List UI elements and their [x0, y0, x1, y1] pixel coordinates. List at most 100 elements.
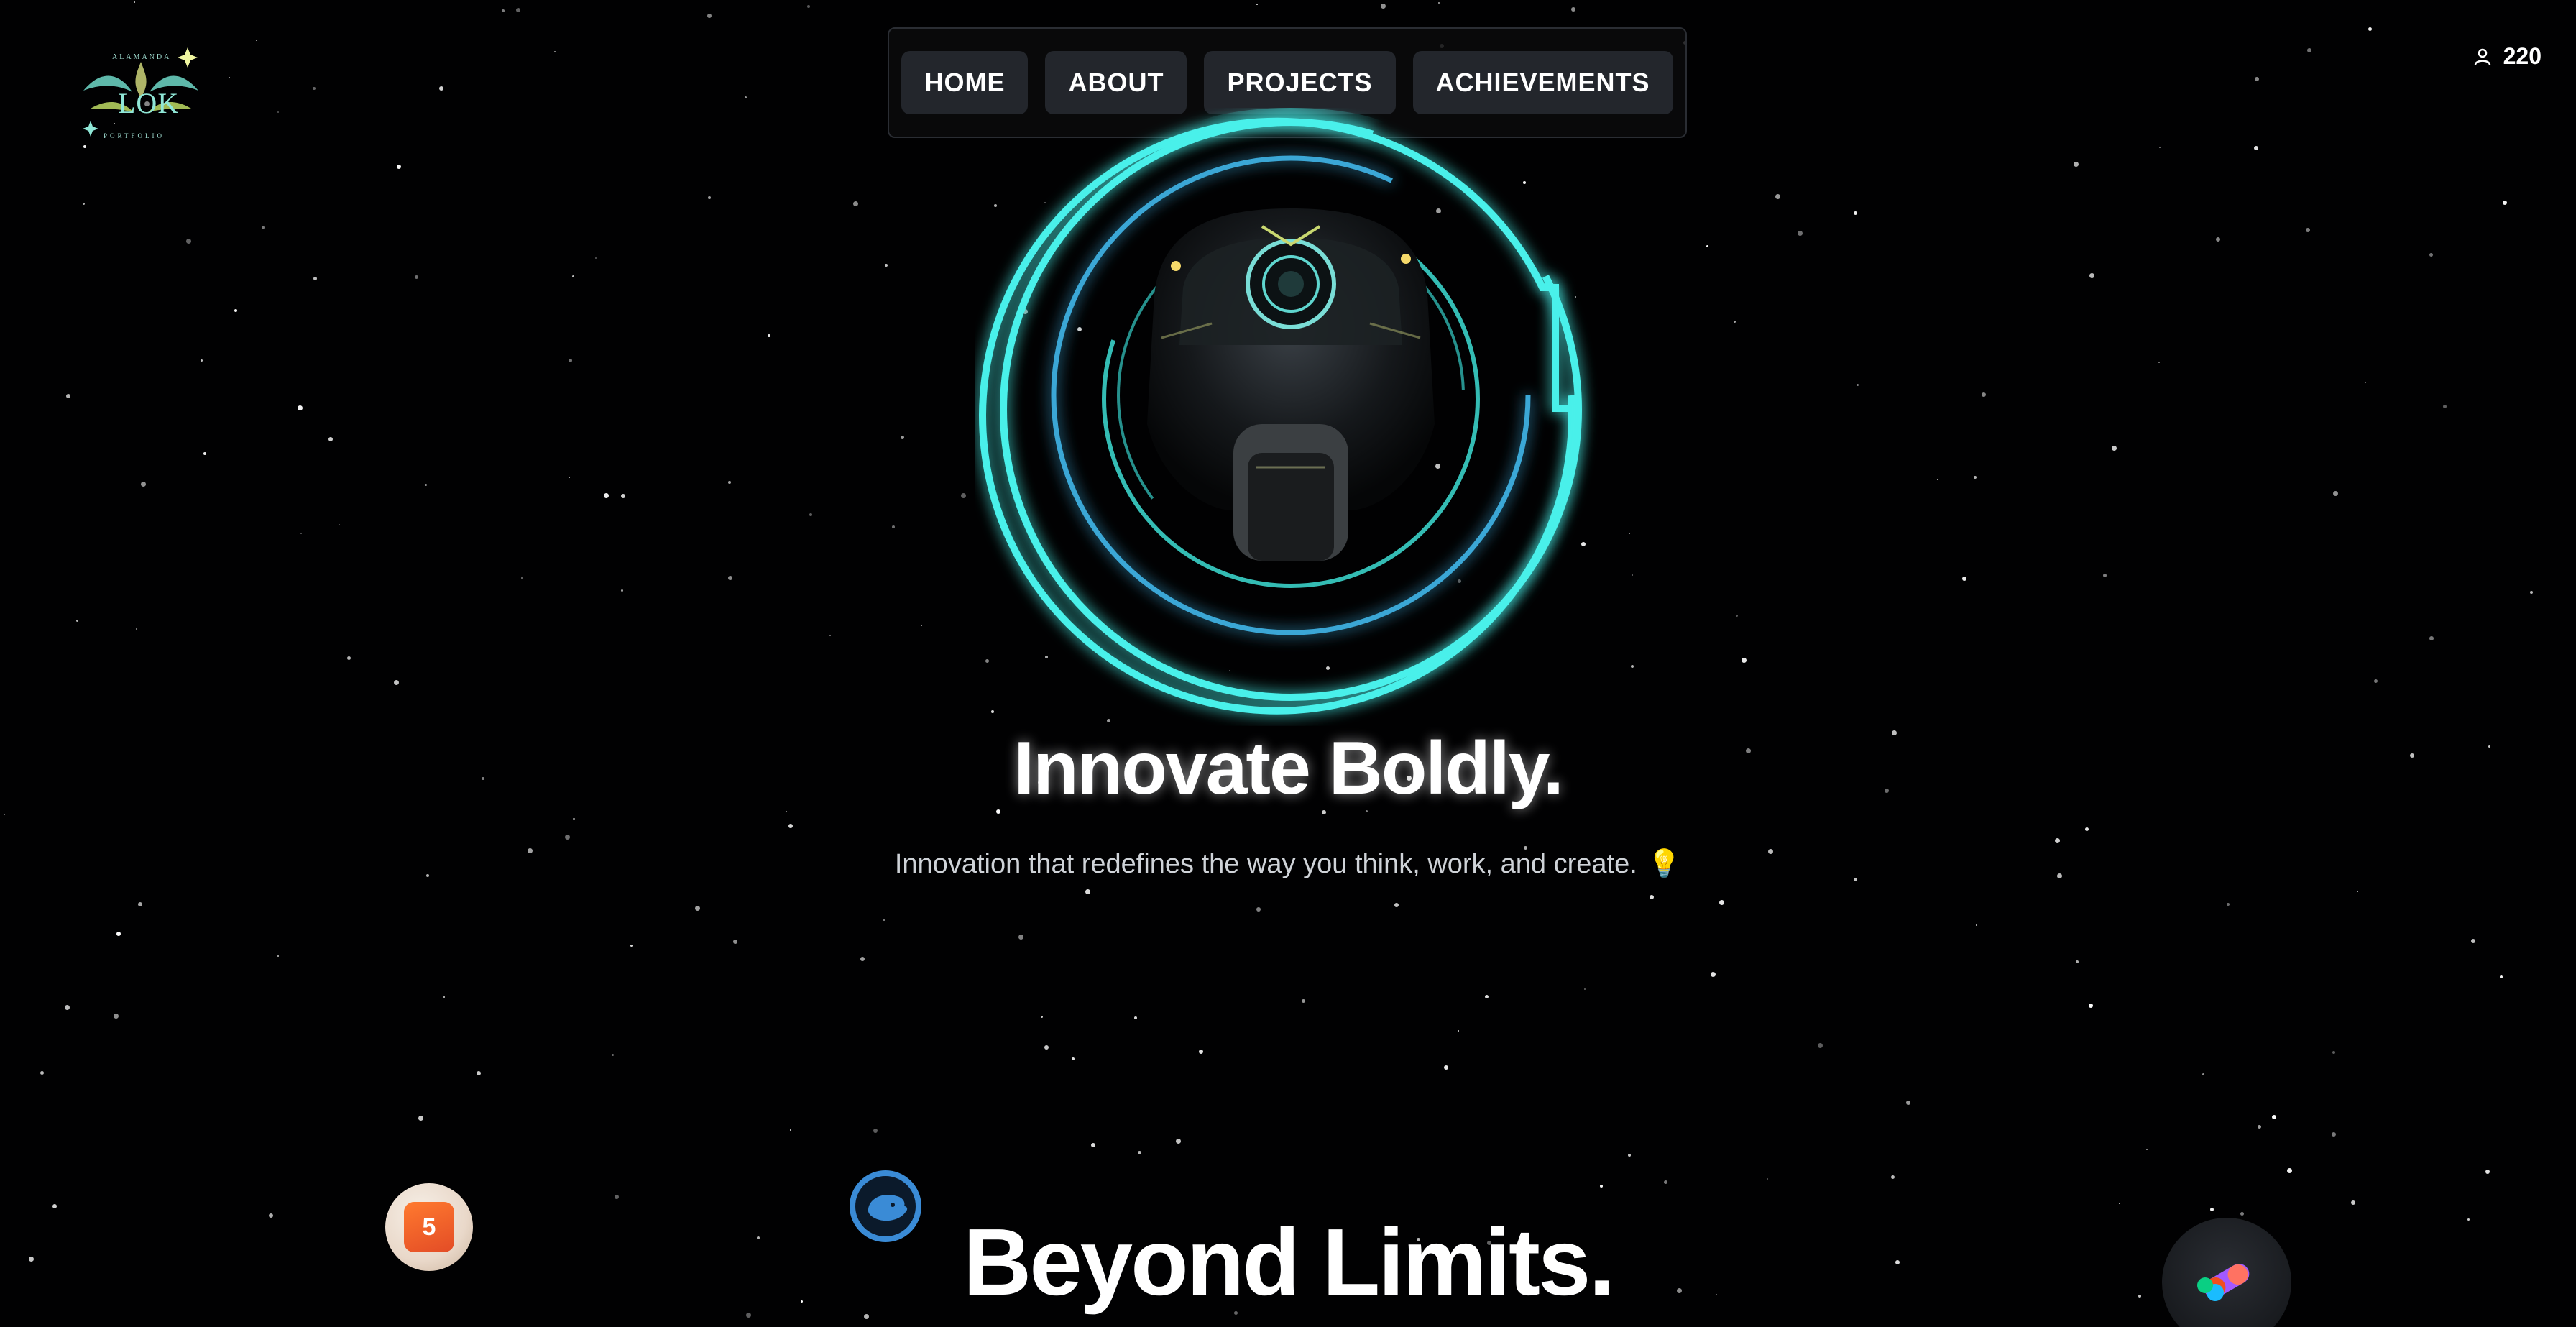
- star: [1600, 1185, 1603, 1188]
- star: [873, 1129, 878, 1133]
- star: [313, 277, 317, 280]
- star: [516, 8, 520, 12]
- star: [883, 919, 885, 921]
- hero-subtitle-text: Innovation that redefines the way you th…: [894, 849, 1637, 879]
- star: [630, 945, 632, 947]
- star: [1138, 1151, 1141, 1154]
- star: [695, 906, 700, 911]
- star: [136, 628, 137, 630]
- star: [1982, 392, 1986, 397]
- star: [502, 9, 505, 12]
- star: [1857, 384, 1859, 386]
- star: [397, 165, 401, 169]
- star: [728, 481, 731, 484]
- star: [2530, 591, 2533, 594]
- star: [2255, 77, 2259, 81]
- star: [2365, 382, 2366, 383]
- star: [790, 1129, 791, 1131]
- star: [2258, 1125, 2261, 1129]
- star: [1091, 1143, 1095, 1147]
- star: [477, 1071, 481, 1075]
- star: [1394, 903, 1399, 907]
- nav-about-button[interactable]: ABOUT: [1045, 51, 1187, 114]
- star: [595, 257, 597, 259]
- star: [885, 264, 888, 267]
- star: [2085, 827, 2089, 831]
- star: [1719, 900, 1724, 905]
- star: [1742, 658, 1747, 663]
- logo-sub-text: PORTFOLIO: [104, 132, 165, 139]
- star: [573, 818, 575, 820]
- star: [425, 484, 427, 486]
- star: [2374, 679, 2378, 683]
- star: [2119, 1203, 2120, 1204]
- star: [347, 656, 351, 660]
- star: [262, 226, 265, 229]
- star: [234, 309, 237, 312]
- star: [2089, 1004, 2093, 1008]
- star: [66, 394, 70, 398]
- star: [2112, 446, 2117, 451]
- star: [1632, 574, 1633, 576]
- star: [1798, 231, 1803, 236]
- star: [2089, 273, 2094, 278]
- star: [2429, 636, 2434, 640]
- star: [2332, 1051, 2335, 1054]
- star: [394, 680, 399, 685]
- star: [921, 625, 922, 626]
- star: [2500, 975, 2503, 978]
- star: [40, 1071, 44, 1075]
- hero-headline: Innovate Boldly.: [1013, 727, 1564, 810]
- star: [1438, 2, 1440, 4]
- star: [138, 902, 142, 906]
- star: [569, 359, 572, 362]
- star: [116, 932, 121, 936]
- star: [1962, 577, 1966, 581]
- star: [809, 513, 812, 516]
- nav-home-button[interactable]: HOME: [901, 51, 1029, 114]
- star: [788, 824, 793, 828]
- star: [2254, 146, 2258, 150]
- visitor-count: 220: [2503, 43, 2542, 69]
- star: [1458, 1030, 1459, 1032]
- star: [2202, 1073, 2204, 1075]
- star: [615, 1195, 619, 1199]
- star: [1041, 1016, 1043, 1018]
- hero-subtitle: Innovation that redefines the way you th…: [0, 848, 2576, 880]
- star: [114, 1014, 119, 1019]
- star: [2503, 201, 2507, 205]
- star: [1018, 935, 1024, 940]
- star: [901, 436, 904, 439]
- star: [134, 1, 135, 3]
- star: [1571, 7, 1576, 12]
- star: [229, 77, 230, 78]
- star: [1891, 1175, 1895, 1179]
- nav-achievements-button[interactable]: ACHIEVEMENTS: [1412, 51, 1673, 114]
- portfolio-page: ALAMANDA LOK PORTFOLIO HOME ABOUT PROJEC…: [0, 0, 2576, 1327]
- star: [1631, 665, 1634, 668]
- logo-top-text: ALAMANDA: [112, 53, 172, 61]
- star: [2306, 228, 2310, 232]
- star: [1176, 1139, 1181, 1144]
- star: [1629, 533, 1630, 534]
- star: [2471, 939, 2475, 943]
- star: [2368, 27, 2372, 31]
- star: [201, 359, 203, 362]
- star: [1974, 476, 1977, 479]
- site-logo[interactable]: ALAMANDA LOK PORTFOLIO: [69, 40, 213, 148]
- star: [76, 620, 78, 622]
- star: [1485, 995, 1489, 998]
- star: [807, 5, 810, 8]
- star: [1706, 245, 1708, 247]
- star: [4, 814, 5, 815]
- second-headline: Beyond Limits.: [962, 1209, 1615, 1315]
- star: [2333, 491, 2338, 496]
- star: [1256, 907, 1261, 912]
- star: [1734, 321, 1736, 323]
- star: [569, 477, 570, 478]
- logo-name: LOK: [118, 87, 180, 119]
- star: [892, 525, 895, 528]
- star: [2159, 147, 2161, 148]
- star: [277, 955, 279, 957]
- nav-projects-button[interactable]: PROJECTS: [1204, 51, 1396, 114]
